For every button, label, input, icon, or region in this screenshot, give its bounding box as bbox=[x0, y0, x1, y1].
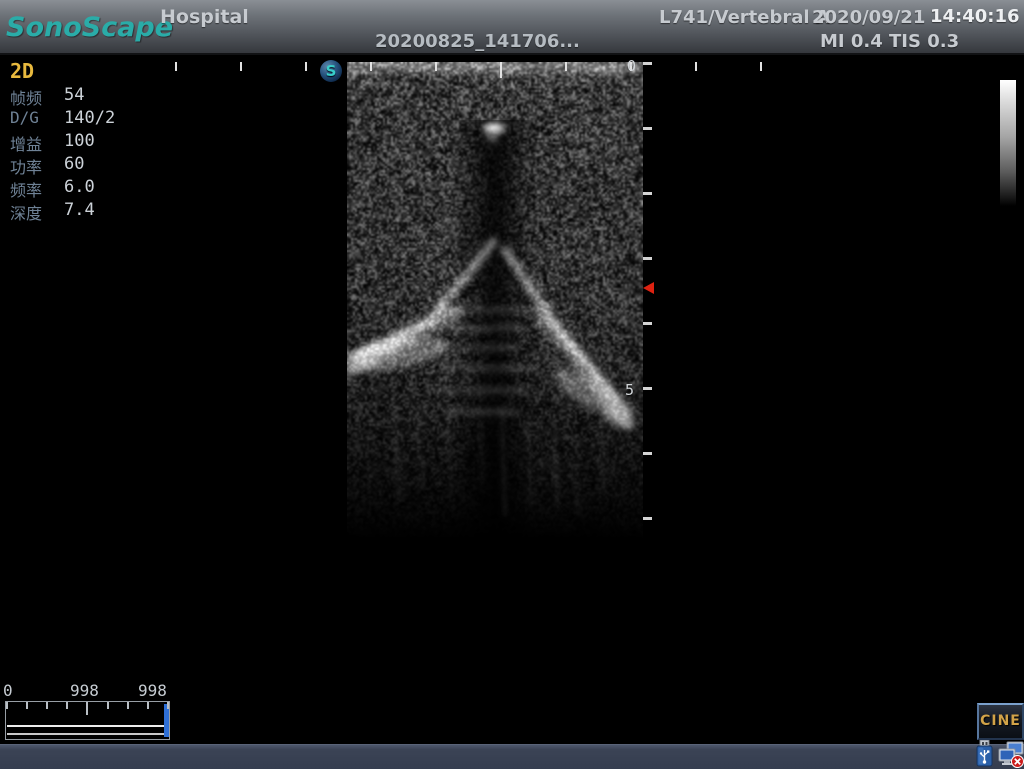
depth-label-5: 5 bbox=[625, 381, 634, 399]
param-value: 54 bbox=[64, 85, 84, 105]
param-label: 功率 bbox=[10, 154, 42, 178]
param-label: 帧频 bbox=[10, 85, 42, 109]
param-label: 频率 bbox=[10, 177, 42, 201]
cine-tick bbox=[107, 702, 109, 709]
cine-track[interactable] bbox=[7, 725, 168, 735]
param-value: 140/2 bbox=[64, 108, 115, 128]
param-row-gain: 增益 100 bbox=[0, 131, 170, 154]
cine-tick bbox=[66, 702, 68, 709]
ruler-tick bbox=[695, 62, 697, 71]
cine-current-label: 998 bbox=[70, 681, 99, 700]
brand-logo: SonoScape bbox=[6, 12, 173, 43]
ruler-tick bbox=[643, 192, 652, 195]
ruler-tick bbox=[435, 62, 437, 71]
exam-id: 20200825_141706... bbox=[375, 31, 580, 52]
param-value: 6.0 bbox=[64, 177, 95, 197]
ruler-tick bbox=[643, 452, 652, 455]
ruler-tick bbox=[643, 322, 652, 325]
probe-orientation-icon: S bbox=[320, 60, 342, 82]
param-value: 100 bbox=[64, 131, 95, 151]
ruler-tick bbox=[643, 517, 652, 520]
param-row-depth: 深度 7.4 bbox=[0, 200, 170, 223]
system-date: 2020/09/21 bbox=[812, 7, 925, 28]
system-time: 14:40:16 bbox=[930, 6, 1020, 27]
cine-tick bbox=[86, 702, 88, 715]
taskbar bbox=[0, 744, 1024, 769]
ultrasound-image bbox=[347, 62, 643, 540]
ruler-tick bbox=[643, 387, 652, 390]
focus-marker-icon bbox=[643, 282, 654, 294]
param-row-frequency: 频率 6.0 bbox=[0, 177, 170, 200]
ruler-tick bbox=[175, 62, 177, 71]
ruler-tick bbox=[305, 62, 307, 71]
title-bar: SonoScape Hospital 20200825_141706... L7… bbox=[0, 0, 1024, 55]
cine-scroll-bar[interactable] bbox=[5, 701, 170, 740]
ruler-tick bbox=[643, 257, 652, 260]
param-row-power: 功率 60 bbox=[0, 154, 170, 177]
param-row-dg: D/G 140/2 bbox=[0, 108, 170, 131]
ruler-tick bbox=[643, 127, 652, 130]
imaging-mode-label: 2D bbox=[10, 59, 34, 83]
acoustic-indices: MI 0.4 TIS 0.3 bbox=[820, 31, 959, 52]
ruler-tick bbox=[760, 62, 762, 71]
cine-tick bbox=[127, 702, 129, 709]
param-label: 深度 bbox=[10, 200, 42, 224]
param-label: 增益 bbox=[10, 131, 42, 155]
ruler-tick bbox=[370, 62, 372, 71]
depth-label-0: 0 bbox=[627, 57, 636, 75]
ruler-tick bbox=[643, 62, 652, 65]
cine-tick bbox=[46, 702, 48, 709]
cine-total-label: 998 bbox=[138, 681, 167, 700]
cine-start-label: 0 bbox=[3, 681, 13, 700]
ruler-tick bbox=[240, 62, 242, 71]
cine-button[interactable]: CINE bbox=[977, 703, 1024, 740]
cine-tick bbox=[26, 702, 28, 709]
cine-tick bbox=[6, 702, 8, 709]
grayscale-map-bar bbox=[1000, 80, 1016, 206]
param-value: 7.4 bbox=[64, 200, 95, 220]
cine-tick bbox=[147, 702, 149, 709]
probe-preset: L741/Vertebral A bbox=[659, 7, 830, 28]
param-row-frame-rate: 帧频 54 bbox=[0, 85, 170, 108]
param-label: D/G bbox=[10, 108, 39, 127]
param-value: 60 bbox=[64, 154, 84, 174]
hospital-name: Hospital bbox=[160, 6, 249, 28]
cine-tick bbox=[167, 702, 169, 709]
usb-icon[interactable] bbox=[973, 740, 996, 767]
network-disconnected-icon[interactable] bbox=[998, 741, 1024, 768]
ruler-tick bbox=[500, 62, 502, 78]
ruler-tick bbox=[565, 62, 567, 71]
